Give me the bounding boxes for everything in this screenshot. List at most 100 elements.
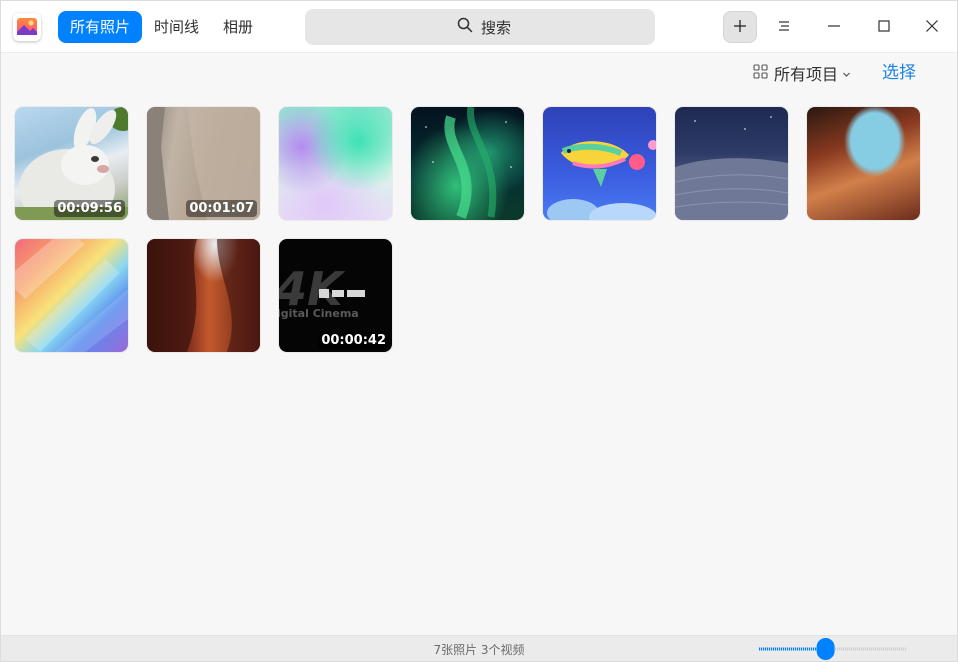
plus-icon <box>733 18 747 37</box>
zoom-slider-track[interactable] <box>757 637 909 661</box>
filter-label: 所有项目 <box>774 65 839 84</box>
zoom-slider-tick <box>847 647 849 651</box>
zoom-slider-tick <box>799 647 801 651</box>
zoom-slider-tick <box>867 647 869 651</box>
search-icon <box>457 17 473 37</box>
zoom-slider-tick <box>883 647 885 651</box>
tab-albums[interactable]: 相册 <box>211 11 265 43</box>
zoom-slider-tick <box>849 647 851 651</box>
zoom-slider-tick <box>839 647 841 651</box>
zoom-slider-tick <box>777 647 779 651</box>
zoom-slider-tick <box>891 647 893 651</box>
photos-window: 所有照片 时间线 相册 搜索 所有项目 选择 00:09:56 00:01:07… <box>0 0 958 662</box>
zoom-slider-tick <box>873 647 875 651</box>
zoom-slider-tick <box>789 647 791 651</box>
zoom-slider-tick <box>813 647 815 651</box>
zoom-slider-tick <box>811 647 813 651</box>
menu-icon <box>777 18 791 37</box>
zoom-slider-tick <box>855 647 857 651</box>
zoom-slider-tick <box>881 647 883 651</box>
zoom-slider-tick <box>889 647 891 651</box>
search-placeholder: 搜索 <box>481 18 512 37</box>
zoom-slider-tick <box>769 647 771 651</box>
filter-dropdown[interactable]: 所有项目 <box>753 61 851 85</box>
zoom-slider-tick <box>787 647 789 651</box>
zoom-slider-tick <box>875 647 877 651</box>
zoom-slider-tick <box>783 647 785 651</box>
media-thumbnail[interactable] <box>675 107 788 220</box>
zoom-slider-tick <box>903 647 905 651</box>
minimize-button[interactable] <box>817 11 851 43</box>
media-thumbnail[interactable]: 4K igital Cinema 00:00:42 <box>279 239 392 352</box>
photos-app-icon <box>13 13 41 41</box>
zoom-slider-tick <box>801 647 803 651</box>
zoom-slider-tick <box>845 647 847 651</box>
zoom-slider-tick <box>775 647 777 651</box>
zoom-slider-tick <box>893 647 895 651</box>
zoom-slider-tick <box>869 647 871 651</box>
media-thumbnail[interactable] <box>411 107 524 220</box>
zoom-slider-tick <box>797 647 799 651</box>
main-menu-button[interactable] <box>767 11 801 43</box>
zoom-slider-tick <box>843 647 845 651</box>
zoom-slider-tick <box>807 647 809 651</box>
zoom-slider-tick <box>859 647 861 651</box>
search-input[interactable]: 搜索 <box>305 9 655 45</box>
zoom-slider-tick <box>779 647 781 651</box>
titlebar: 所有照片 时间线 相册 搜索 <box>1 1 957 53</box>
zoom-slider-tick <box>871 647 873 651</box>
media-thumbnail[interactable] <box>807 107 920 220</box>
media-thumbnail[interactable] <box>279 107 392 220</box>
select-button[interactable]: 选择 <box>882 61 916 85</box>
zoom-slider[interactable] <box>757 637 909 661</box>
maximize-icon <box>877 18 891 37</box>
zoom-slider-tick <box>861 647 863 651</box>
zoom-slider-tick <box>865 647 867 651</box>
zoom-slider-tick <box>879 647 881 651</box>
zoom-slider-tick <box>805 647 807 651</box>
zoom-slider-handle[interactable] <box>816 638 835 660</box>
zoom-slider-tick <box>759 647 761 651</box>
media-thumbnail[interactable]: 00:09:56 <box>15 107 128 220</box>
zoom-slider-tick <box>905 647 907 651</box>
media-thumbnail[interactable] <box>15 239 128 352</box>
close-button[interactable] <box>915 11 949 43</box>
video-duration: 00:01:07 <box>186 200 257 217</box>
grid-icon <box>753 63 768 83</box>
maximize-button[interactable] <box>867 11 901 43</box>
zoom-slider-tick <box>793 647 795 651</box>
zoom-slider-tick <box>863 647 865 651</box>
zoom-slider-tick <box>885 647 887 651</box>
zoom-slider-tick <box>803 647 805 651</box>
video-overlay-text: igital Cinema <box>279 307 359 320</box>
minimize-icon <box>827 18 841 37</box>
zoom-slider-tick <box>857 647 859 651</box>
zoom-slider-tick <box>841 647 843 651</box>
media-thumbnail[interactable] <box>147 239 260 352</box>
zoom-slider-tick <box>791 647 793 651</box>
zoom-slider-tick <box>897 647 899 651</box>
zoom-slider-tick <box>773 647 775 651</box>
zoom-slider-tick <box>781 647 783 651</box>
add-button[interactable] <box>723 11 757 43</box>
zoom-slider-tick <box>877 647 879 651</box>
chevron-down-icon <box>842 64 851 83</box>
zoom-slider-tick <box>835 647 837 651</box>
zoom-slider-tick <box>761 647 763 651</box>
video-duration: 00:00:42 <box>318 332 389 349</box>
tab-all-photos[interactable]: 所有照片 <box>58 11 143 43</box>
zoom-slider-tick <box>887 647 889 651</box>
zoom-slider-tick <box>899 647 901 651</box>
zoom-slider-tick <box>901 647 903 651</box>
video-duration: 00:09:56 <box>54 200 125 217</box>
zoom-slider-tick <box>837 647 839 651</box>
zoom-slider-tick <box>765 647 767 651</box>
zoom-slider-tick <box>815 647 817 651</box>
media-thumbnail[interactable]: 00:01:07 <box>147 107 260 220</box>
tab-timeline[interactable]: 时间线 <box>142 11 211 43</box>
zoom-slider-tick <box>853 647 855 651</box>
zoom-slider-tick <box>809 647 811 651</box>
zoom-slider-tick <box>767 647 769 651</box>
media-thumbnail[interactable] <box>543 107 656 220</box>
status-bar: 7张照片 3个视频 <box>1 635 957 661</box>
